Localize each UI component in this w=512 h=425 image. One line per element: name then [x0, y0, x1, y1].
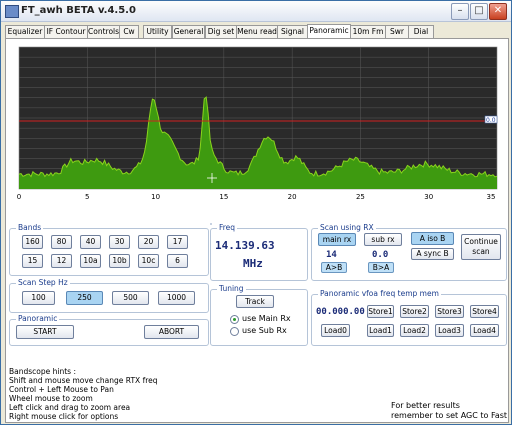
- band-10b-button[interactable]: 10b: [109, 254, 130, 268]
- title-bar: FT_awh BETA v.4.5.0 – □ ✕: [1, 1, 511, 22]
- hint-line: Left click and drag to zoom area: [9, 403, 131, 412]
- marker-value: 0.0: [486, 117, 496, 124]
- tab-10m-fm[interactable]: 10m Fm: [350, 25, 386, 38]
- use-main-rx-radio[interactable]: [230, 315, 239, 324]
- tab-if-contour[interactable]: IF Contour: [44, 25, 88, 38]
- x-tick-label: 10: [151, 193, 160, 201]
- band-12-button[interactable]: 12: [51, 254, 72, 268]
- load3-button[interactable]: Load3: [435, 324, 464, 337]
- window-title: FT_awh BETA v.4.5.0: [21, 5, 136, 16]
- vfo-mem-display: 00.000.00: [316, 307, 365, 317]
- x-tick-label: 25: [356, 193, 365, 201]
- hint-line: Control + Left Mouse to Pan: [9, 385, 114, 394]
- tab-strip: Equalizer IF Contour Controls Cw Utility…: [5, 24, 507, 39]
- band-20-button[interactable]: 20: [138, 235, 159, 249]
- scan-right-value: 0.0: [372, 250, 389, 260]
- maximize-button[interactable]: □: [470, 3, 488, 20]
- store2-button[interactable]: Store2: [400, 305, 429, 318]
- bands-title: Bands: [16, 223, 44, 232]
- use-main-rx-label: use Main Rx: [242, 314, 291, 323]
- app-window: FT_awh BETA v.4.5.0 – □ ✕ Equalizer IF C…: [0, 0, 512, 425]
- step-500-button[interactable]: 500: [112, 291, 149, 305]
- scan-left-value: 14: [326, 250, 337, 260]
- bandscope-hints: Bandscope hints : Shift and mouse move c…: [9, 367, 158, 421]
- tab-panoramic[interactable]: Panoramic: [307, 24, 351, 38]
- band-30-button[interactable]: 30: [109, 235, 130, 249]
- bandscope-chart[interactable]: 0.0 0 5 10 15 20 25 30 35: [9, 43, 501, 203]
- b-to-a-button[interactable]: B>A: [368, 262, 394, 273]
- x-tick-label: 15: [219, 193, 228, 201]
- step-250-button[interactable]: 250: [66, 291, 103, 305]
- tab-cw[interactable]: Cw: [119, 25, 139, 38]
- track-button[interactable]: Track: [236, 295, 274, 308]
- freq-unit: MHz: [243, 257, 263, 270]
- band-15-button[interactable]: 15: [22, 254, 43, 268]
- tab-signal[interactable]: Signal: [277, 25, 308, 38]
- freq-group: Freq: [210, 223, 308, 281]
- tuning-title: Tuning: [217, 284, 246, 293]
- load0-button[interactable]: Load0: [321, 324, 350, 337]
- tab-menu-read[interactable]: Menu read: [236, 25, 278, 38]
- x-tick-label: 30: [424, 193, 433, 201]
- store1-button[interactable]: Store1: [367, 305, 394, 318]
- store4-button[interactable]: Store4: [470, 305, 499, 318]
- minimize-button[interactable]: –: [451, 3, 469, 20]
- footer-line-1: For better results: [391, 401, 460, 410]
- continue-scan-label-1: Continue: [464, 237, 498, 246]
- band-160-button[interactable]: 160: [22, 235, 43, 249]
- continue-scan-label-2: scan: [472, 247, 490, 256]
- a-sync-b-button[interactable]: A sync B: [411, 248, 454, 260]
- tab-swr[interactable]: Swr: [385, 25, 409, 38]
- scan-step-title: Scan Step Hz: [16, 278, 70, 287]
- hint-line: Wheel mouse to zoom: [9, 394, 93, 403]
- tab-general[interactable]: General: [172, 25, 205, 38]
- x-tick-label: 20: [288, 193, 297, 201]
- panoramic-title: Panoramic: [16, 314, 60, 323]
- use-sub-rx-label: use Sub Rx: [242, 326, 287, 335]
- store3-button[interactable]: Store3: [435, 305, 464, 318]
- freq-display: 14.139.63: [215, 239, 275, 252]
- step-100-button[interactable]: 100: [22, 291, 55, 305]
- main-rx-button[interactable]: main rx: [318, 233, 356, 246]
- freq-title: Freq: [217, 223, 238, 232]
- band-10a-button[interactable]: 10a: [80, 254, 101, 268]
- tab-controls[interactable]: Controls: [87, 25, 120, 38]
- band-10c-button[interactable]: 10c: [138, 254, 159, 268]
- sub-rx-button[interactable]: sub rx: [364, 233, 402, 246]
- load4-button[interactable]: Load4: [470, 324, 499, 337]
- app-icon: [5, 5, 19, 18]
- x-tick-label: 35: [487, 193, 496, 201]
- vfo-mem-group: Panoramic vfoa freq temp mem: [311, 289, 507, 346]
- use-sub-rx-radio[interactable]: [230, 327, 239, 336]
- x-tick-label: 5: [85, 193, 89, 201]
- a-to-b-button[interactable]: A>B: [321, 262, 347, 273]
- hint-line: Right mouse click for options: [9, 412, 119, 421]
- start-button[interactable]: START: [16, 325, 74, 339]
- close-button[interactable]: ✕: [489, 3, 507, 20]
- continue-scan-button[interactable]: Continue scan: [461, 234, 501, 260]
- band-80-button[interactable]: 80: [51, 235, 72, 249]
- hint-line: Bandscope hints :: [9, 367, 76, 376]
- hint-line: Shift and mouse move change RTX freq: [9, 376, 158, 385]
- marker-label: 0.0: [484, 115, 498, 124]
- a-iso-b-button[interactable]: A iso B: [411, 232, 454, 245]
- tab-utility[interactable]: Utility: [143, 25, 172, 38]
- load1-button[interactable]: Load1: [367, 324, 394, 337]
- tab-dial[interactable]: Dial: [408, 25, 434, 38]
- tab-dig-set[interactable]: Dig set: [205, 25, 237, 38]
- load2-button[interactable]: Load2: [400, 324, 429, 337]
- scan-using-rx-title: Scan using RX: [318, 223, 376, 232]
- abort-button[interactable]: ABORT: [144, 325, 199, 339]
- tab-equalizer[interactable]: Equalizer: [5, 25, 45, 38]
- step-1000-button[interactable]: 1000: [158, 291, 195, 305]
- x-tick-label: 0: [17, 193, 21, 201]
- band-6-button[interactable]: 6: [167, 254, 188, 268]
- band-40-button[interactable]: 40: [80, 235, 101, 249]
- vfo-mem-title: Panoramic vfoa freq temp mem: [318, 289, 441, 298]
- footer-line-2: remember to set AGC to Fast: [391, 411, 508, 420]
- band-17-button[interactable]: 17: [167, 235, 188, 249]
